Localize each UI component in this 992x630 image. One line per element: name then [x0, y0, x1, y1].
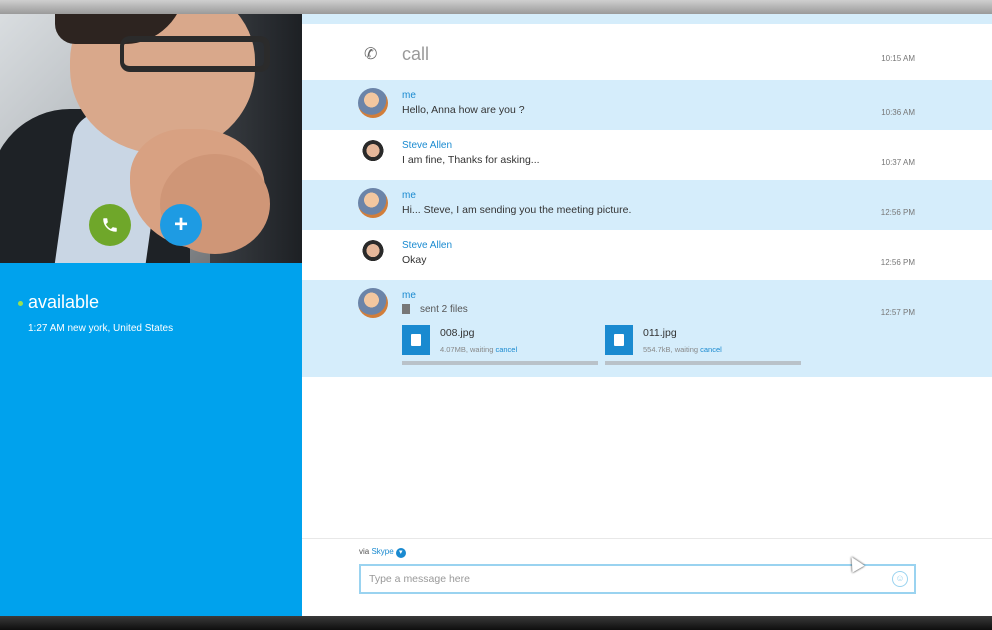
phone-icon — [103, 218, 117, 232]
file-icon — [605, 325, 633, 355]
message-sender[interactable]: Steve Allen — [402, 240, 452, 251]
file-icon — [402, 304, 410, 315]
file-size: 554.7kB, waiting — [643, 345, 699, 354]
files-summary-text: sent 2 files — [420, 304, 468, 315]
progress-bar — [605, 361, 801, 365]
timestamp: 12:56 PM — [880, 208, 915, 217]
progress-bar — [402, 361, 598, 365]
call-label: call — [402, 44, 430, 64]
timestamp: 10:36 AM — [881, 108, 915, 117]
avatar — [358, 238, 388, 268]
message-text: Hello, Anna how are you ? — [402, 104, 525, 116]
message-row: Steve Allen I am fine, Thanks for asking… — [302, 130, 992, 180]
message-sender[interactable]: me — [402, 290, 416, 301]
call-event: ✆ call 10:15 AM — [302, 24, 992, 80]
window-bottom-edge — [0, 616, 992, 630]
contact-panel: + available 1:27 AM new york, United Sta… — [0, 14, 302, 616]
message-input-box[interactable]: ☺ — [359, 564, 916, 594]
plus-icon: + — [173, 211, 188, 238]
timestamp: 10:15 AM — [881, 54, 915, 63]
cancel-link[interactable]: cancel — [495, 345, 517, 354]
composer: via Skype▾ ☺ — [302, 538, 992, 616]
contact-photo: + — [0, 14, 302, 263]
service-name: Skype — [371, 547, 394, 556]
file-name: 011.jpg — [643, 327, 677, 339]
message-sender[interactable]: me — [402, 90, 416, 101]
avatar — [358, 88, 388, 118]
cancel-link[interactable]: cancel — [700, 345, 722, 354]
presence-dot-icon — [18, 300, 23, 306]
file-meta: 554.7kB, waiting cancel — [643, 345, 722, 354]
avatar — [358, 288, 388, 318]
timestamp: 12:57 PM — [880, 308, 915, 317]
via-selector[interactable]: via Skype ▾ — [359, 547, 406, 558]
message-row: me sent 2 files 12:57 PM 008.jpg 4.07MB,… — [302, 280, 992, 377]
message-text: I am fine, Thanks for asking... — [402, 154, 540, 166]
presence-label: available — [28, 292, 100, 312]
message-input[interactable] — [369, 571, 869, 587]
avatar — [358, 188, 388, 218]
chevron-down-icon: ▾ — [395, 548, 406, 558]
message-row: Steve Allen Okay 12:56 PM — [302, 230, 992, 280]
window-top-edge — [0, 0, 992, 14]
file-transfer[interactable]: 008.jpg 4.07MB, waiting cancel — [402, 325, 598, 367]
add-button[interactable]: + — [160, 204, 202, 246]
via-label: via — [359, 547, 370, 556]
timestamp: 10:37 AM — [881, 158, 915, 167]
skype-window: + available 1:27 AM new york, United Sta… — [0, 0, 992, 630]
phone-icon: ✆ — [364, 46, 378, 63]
file-meta: 4.07MB, waiting cancel — [440, 345, 517, 354]
message-sender[interactable]: me — [402, 190, 416, 201]
file-size: 4.07MB, waiting — [440, 345, 494, 354]
conversation-panel: ✆ call 10:15 AM me Hello, Anna how are y… — [302, 14, 992, 616]
file-name: 008.jpg — [440, 327, 475, 339]
message-text: Okay — [402, 254, 427, 266]
files-summary: sent 2 files — [402, 304, 468, 315]
message-row: me Hello, Anna how are you ? 10:36 AM — [302, 80, 992, 130]
message-sender[interactable]: Steve Allen — [402, 140, 452, 151]
emoticon-icon[interactable]: ☺ — [892, 571, 908, 587]
file-icon — [402, 325, 430, 355]
call-button[interactable] — [89, 204, 131, 246]
timestamp: 12:56 PM — [880, 258, 915, 267]
contact-location: 1:27 AM new york, United States — [28, 323, 174, 334]
avatar — [358, 138, 388, 168]
message-row: me Hi... Steve, I am sending you the mee… — [302, 180, 992, 230]
presence-status: available — [18, 292, 99, 313]
message-text: Hi... Steve, I am sending you the meetin… — [402, 204, 632, 216]
file-transfer[interactable]: 011.jpg 554.7kB, waiting cancel — [605, 325, 801, 367]
